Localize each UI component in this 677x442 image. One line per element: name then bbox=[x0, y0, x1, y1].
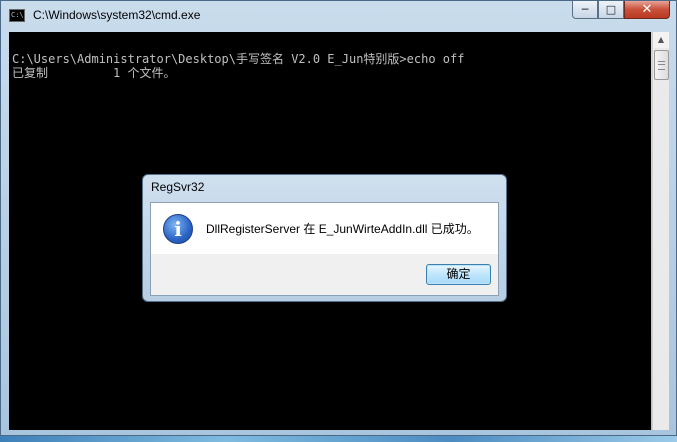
dialog-body: i DllRegisterServer 在 E_JunWirteAddIn.dl… bbox=[150, 202, 499, 296]
ok-button[interactable]: 确定 bbox=[426, 264, 491, 285]
dialog-content: i DllRegisterServer 在 E_JunWirteAddIn.dl… bbox=[151, 203, 498, 254]
minimize-button[interactable]: ─ bbox=[572, 1, 598, 19]
cmd-icon[interactable]: C:\ bbox=[9, 9, 25, 22]
information-icon: i bbox=[163, 214, 193, 244]
grip-icon bbox=[658, 61, 665, 70]
scroll-up-icon[interactable]: ▲ bbox=[653, 32, 669, 48]
window-title: C:\Windows\system32\cmd.exe bbox=[33, 8, 201, 22]
window-controls: ─ □ ✕ bbox=[572, 1, 670, 21]
maximize-button[interactable]: □ bbox=[598, 1, 624, 19]
regsvr32-dialog: RegSvr32 i DllRegisterServer 在 E_JunWirt… bbox=[142, 174, 507, 302]
close-button[interactable]: ✕ bbox=[624, 1, 670, 19]
vertical-scrollbar[interactable]: ▲ bbox=[652, 32, 669, 430]
console-line: 已复制 1 个文件。 bbox=[12, 66, 176, 80]
console-line: C:\Users\Administrator\Desktop\手写签名 V2.0… bbox=[12, 52, 465, 66]
dialog-title: RegSvr32 bbox=[151, 180, 205, 194]
cmd-titlebar[interactable]: C:\ C:\Windows\system32\cmd.exe ─ □ ✕ bbox=[1, 1, 676, 31]
scroll-thumb[interactable] bbox=[654, 50, 669, 80]
dialog-message: DllRegisterServer 在 E_JunWirteAddIn.dll … bbox=[206, 222, 479, 236]
